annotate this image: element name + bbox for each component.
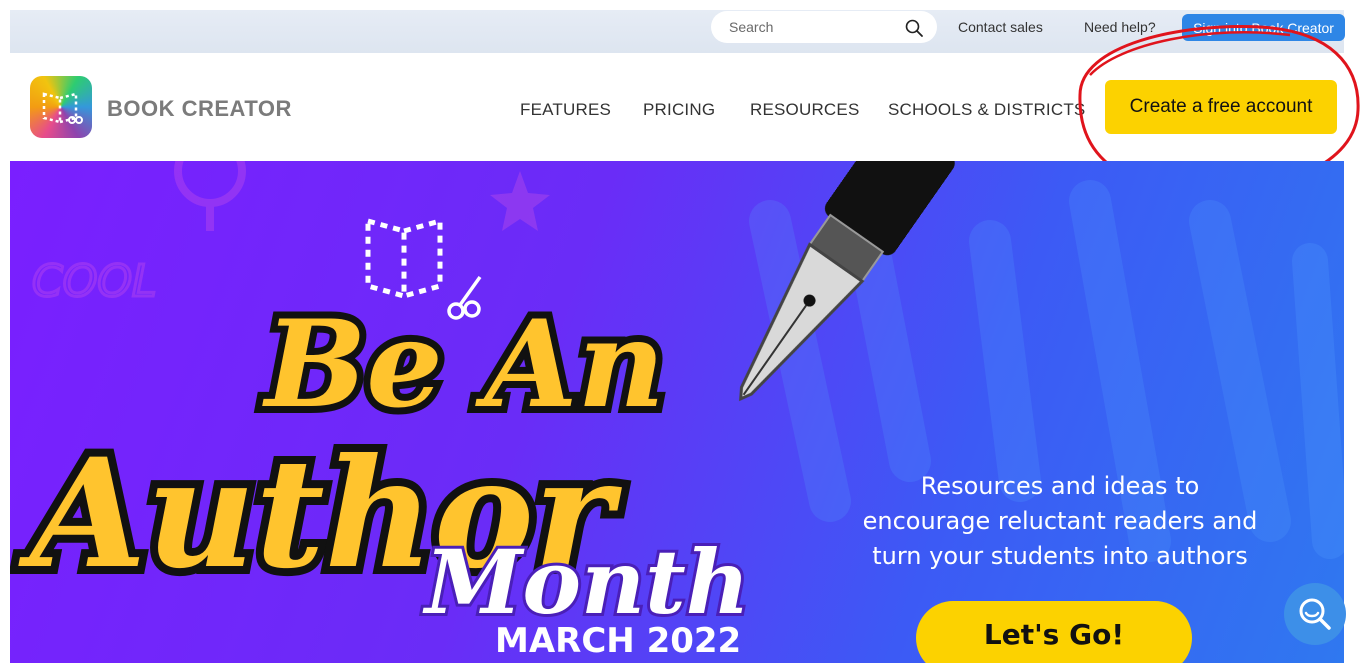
create-account-button[interactable]: Create a free account [1105,80,1337,134]
contact-sales-link[interactable]: Contact sales [958,19,1043,35]
hero-copy-line-3: turn your students into authors [872,542,1248,570]
hero-copy-line-1: Resources and ideas to [920,472,1200,500]
logo-book-glyph [42,92,83,124]
search-icon[interactable] [904,18,924,38]
title-month: Month [422,530,750,634]
title-be-an: Be An [262,294,665,435]
hero-banner: COOL Be An Author Month MARCH 2022 Resou… [10,161,1344,663]
hero-date: MARCH 2022 [495,621,741,661]
nav-features[interactable]: FEATURES [520,100,611,120]
fountain-pen-icon [739,161,955,402]
chat-search-button[interactable] [1284,583,1346,645]
hero-description: Resources and ideas to encourage relucta… [830,469,1290,574]
hero-artwork: COOL Be An Author Month MARCH 2022 [10,161,1344,661]
doodle-cool-text: COOL [32,256,157,307]
hero-title-lettering: Be An Author Month [10,287,753,637]
need-help-link[interactable]: Need help? [1084,19,1156,35]
nav-resources[interactable]: RESOURCES [750,100,860,120]
utility-bar: Contact sales Need help? Sign into Book … [10,10,1345,53]
chat-search-icon [1299,598,1331,630]
nav-schools-districts[interactable]: SCHOOLS & DISTRICTS [888,100,1085,120]
book-creator-logo-icon[interactable] [30,76,92,138]
sign-in-button[interactable]: Sign into Book Creator [1182,14,1345,41]
search-input[interactable] [729,17,889,37]
main-nav: BOOK CREATOR FEATURES PRICING RESOURCES … [10,53,1344,161]
nav-pricing[interactable]: PRICING [643,100,715,120]
hero-copy-line-2: encourage reluctant readers and [862,507,1258,535]
lets-go-button[interactable]: Let's Go! [916,601,1192,663]
brand-name[interactable]: BOOK CREATOR [107,96,292,122]
